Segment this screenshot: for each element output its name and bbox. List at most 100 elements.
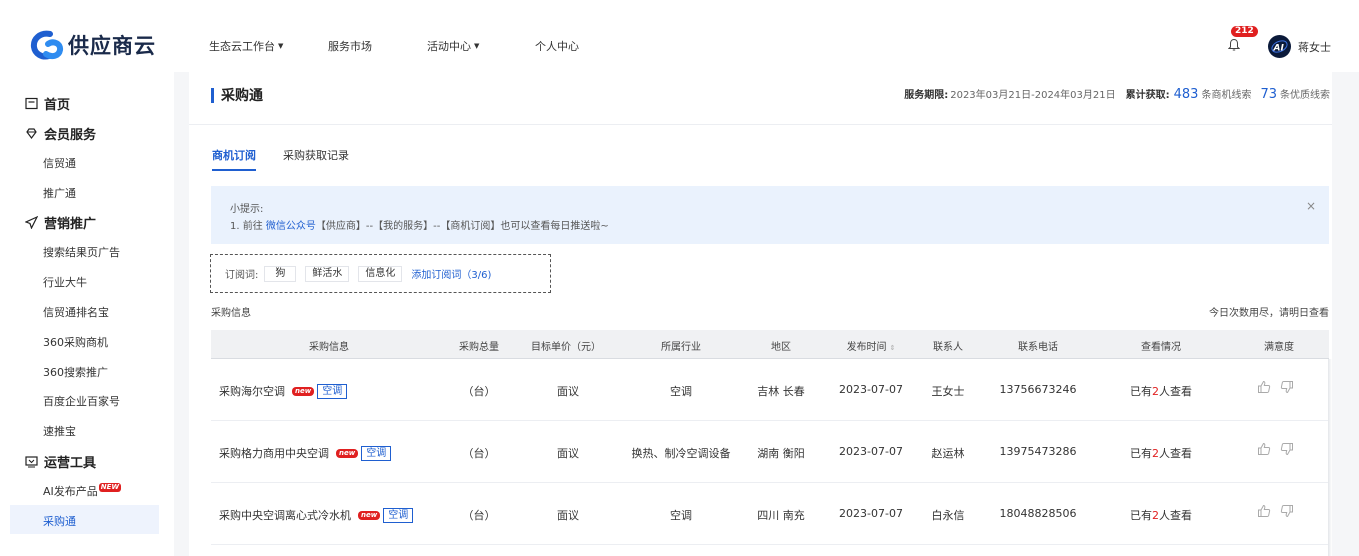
sidebar-item-360-search[interactable]: 360搜索推广 xyxy=(43,364,108,380)
caret-down-icon: ▼ xyxy=(278,42,284,50)
satisfaction-rating xyxy=(1257,380,1303,394)
th-industry: 所属行业 xyxy=(661,342,701,353)
tip-body: 1. 前往 微信公众号【供应商】--【我的服务】--【商机订阅】也可以查看每日推… xyxy=(230,221,609,232)
section-label: 采购信息 xyxy=(211,308,251,319)
new-badge: new xyxy=(358,510,381,520)
leads-count: 483 xyxy=(1173,87,1199,102)
sidebar-item-home[interactable]: 首页 xyxy=(25,94,70,113)
avatar[interactable]: AI xyxy=(1268,35,1291,58)
cell-phone: 13756673246 xyxy=(999,383,1077,396)
category-tag: 空调 xyxy=(317,383,348,399)
table-row: 采购格力商用中央空调 new 空调 （台） 面议 换热、制冷空调设备 湖南 衡阳 2… xyxy=(211,421,1329,483)
sidebar-item-tuiguangtong[interactable]: 推广通 xyxy=(43,185,76,201)
paper-plane-icon xyxy=(25,216,38,229)
th-qty: 采购总量 xyxy=(459,342,499,353)
thumbs-down-icon[interactable] xyxy=(1280,380,1294,394)
notification-badge: 212 xyxy=(1231,26,1258,37)
cell-contact: 王女士 xyxy=(931,385,965,398)
brand-name: 供应商云 xyxy=(68,34,156,58)
sort-icon: ⇕ xyxy=(889,344,896,352)
purchase-title[interactable]: 采购格力商用中央空调 new 空调 xyxy=(219,445,392,461)
cell-contact: 白永信 xyxy=(931,509,965,522)
cell-industry: 换热、制冷空调设备 xyxy=(631,447,731,460)
sidebar-item-search-ads[interactable]: 搜索结果页广告 xyxy=(43,244,120,260)
sidebar-group-member-services[interactable]: 会员服务 xyxy=(25,124,96,143)
thumbs-down-icon[interactable] xyxy=(1280,442,1294,456)
cell-date: 2023-07-07 xyxy=(839,507,903,520)
nav-personal-center[interactable]: 个人中心 xyxy=(535,38,579,54)
close-icon[interactable]: × xyxy=(1306,199,1316,213)
sidebar-item-xinmao-rank[interactable]: 信贸通排名宝 xyxy=(43,304,109,320)
cell-price: 面议 xyxy=(557,447,579,460)
service-summary: 服务期限: 2023年03月21日-2024年03月21日 累计获取: 483 … xyxy=(904,87,1330,102)
keyword-chip[interactable]: 鲜活水 xyxy=(305,265,350,282)
sidebar-item-baidu-baijia[interactable]: 百度企业百家号 xyxy=(43,393,120,409)
keyword-chip[interactable]: 狗 xyxy=(264,265,297,282)
purchase-title[interactable]: 采购中央空调离心式冷水机 new 空调 xyxy=(219,507,414,523)
purchase-title[interactable]: 采购海尔空调 new 空调 xyxy=(219,383,348,399)
avatar-ai-icon: AI xyxy=(1271,40,1288,54)
sidebar-group-marketing[interactable]: 营销推广 xyxy=(25,213,96,232)
add-keyword-link[interactable]: 添加订阅词（3/6) xyxy=(411,266,491,281)
th-date[interactable]: 发布时间 ⇕ xyxy=(847,338,896,353)
sidebar-item-sutuibao[interactable]: 速推宝 xyxy=(43,423,76,439)
sidebar-item-xinmaotong[interactable]: 信贸通 xyxy=(43,155,76,171)
top-header: 供应商云 生态云工作台 ▼ 服务市场 活动中心 ▼ 个人中心 212 AI 蒋女士 xyxy=(0,0,1359,72)
caret-down-icon: ▼ xyxy=(474,42,480,50)
cell-date: 2023-07-07 xyxy=(839,383,903,396)
sidebar-item-360-purchase[interactable]: 360采购商机 xyxy=(43,334,108,350)
th-price: 目标单价（元） xyxy=(531,342,601,353)
username[interactable]: 蒋女士 xyxy=(1298,39,1331,55)
th-views: 查看情况 xyxy=(1141,342,1181,353)
cell-date: 2023-07-07 xyxy=(839,445,903,458)
th-phone: 联系电话 xyxy=(1018,342,1058,353)
thumbs-up-icon[interactable] xyxy=(1257,380,1271,394)
cell-qty: （台） xyxy=(462,385,496,398)
calendar-icon xyxy=(25,97,38,110)
page-title: 采购通 xyxy=(211,87,263,104)
thumbs-down-icon[interactable] xyxy=(1280,504,1294,518)
cell-qty: （台） xyxy=(462,509,496,522)
category-tag: 空调 xyxy=(383,507,414,523)
quota-note: 今日次数用尽，请明日查看 xyxy=(1209,308,1329,319)
tab-bar: 商机订阅 采购获取记录 xyxy=(212,147,376,171)
cell-views: 已有2人查看 xyxy=(1130,385,1192,398)
sidebar-item-industry-leader[interactable]: 行业大牛 xyxy=(43,274,87,290)
new-badge: NEW xyxy=(98,483,122,492)
satisfaction-rating xyxy=(1257,442,1303,456)
category-tag: 空调 xyxy=(361,445,392,461)
subscription-keywords: 订阅词: 狗 鲜活水 信息化 添加订阅词（3/6) xyxy=(210,254,551,293)
sidebar-item-ai-publish[interactable]: AI发布产品 NEW xyxy=(43,483,122,499)
tab-subscription[interactable]: 商机订阅 xyxy=(212,147,256,171)
bell-icon[interactable] xyxy=(1228,38,1240,52)
sidebar-active-highlight xyxy=(10,505,159,534)
table-header: 采购信息 采购总量 目标单价（元） 所属行业 地区 发布时间 ⇕ 联系人 联系电话… xyxy=(211,330,1329,359)
divider xyxy=(189,124,1332,125)
cell-region: 吉林 长春 xyxy=(757,385,805,398)
wechat-link[interactable]: 微信公众号 xyxy=(266,221,316,232)
th-info: 采购信息 xyxy=(309,342,349,353)
thumbs-up-icon[interactable] xyxy=(1257,442,1271,456)
table-row: 采购中央空调离心式冷水机 new 空调 （台） 面议 空调 四川 南充 2023-0… xyxy=(211,483,1329,545)
new-badge: new xyxy=(292,386,315,396)
cell-region: 四川 南充 xyxy=(757,509,805,522)
cell-phone: 13975473286 xyxy=(999,445,1077,458)
nav-activity-center[interactable]: 活动中心 ▼ xyxy=(427,38,535,54)
cloud-logo-icon xyxy=(30,30,64,60)
th-contact: 联系人 xyxy=(933,342,963,353)
nav-service-market[interactable]: 服务市场 xyxy=(328,38,427,54)
toolbox-icon xyxy=(25,456,38,468)
sidebar-group-operations[interactable]: 运营工具 xyxy=(25,452,96,471)
cell-phone: 18048828506 xyxy=(999,507,1077,520)
logo[interactable]: 供应商云 xyxy=(30,30,156,60)
cell-region: 湖南 衡阳 xyxy=(757,447,805,460)
new-badge: new xyxy=(336,448,359,458)
cell-industry: 空调 xyxy=(670,385,692,398)
keyword-chip[interactable]: 信息化 xyxy=(358,265,403,282)
table-row: 采购海尔空调 new 空调 （台） 面议 空调 吉林 长春 2023-07-07 王… xyxy=(211,359,1329,421)
satisfaction-rating xyxy=(1257,504,1303,518)
tab-purchase-records[interactable]: 采购获取记录 xyxy=(283,147,349,171)
sidebar-item-caigoutong[interactable]: 采购通 xyxy=(43,513,76,529)
thumbs-up-icon[interactable] xyxy=(1257,504,1271,518)
nav-ecosystem-workbench[interactable]: 生态云工作台 ▼ xyxy=(209,38,328,54)
